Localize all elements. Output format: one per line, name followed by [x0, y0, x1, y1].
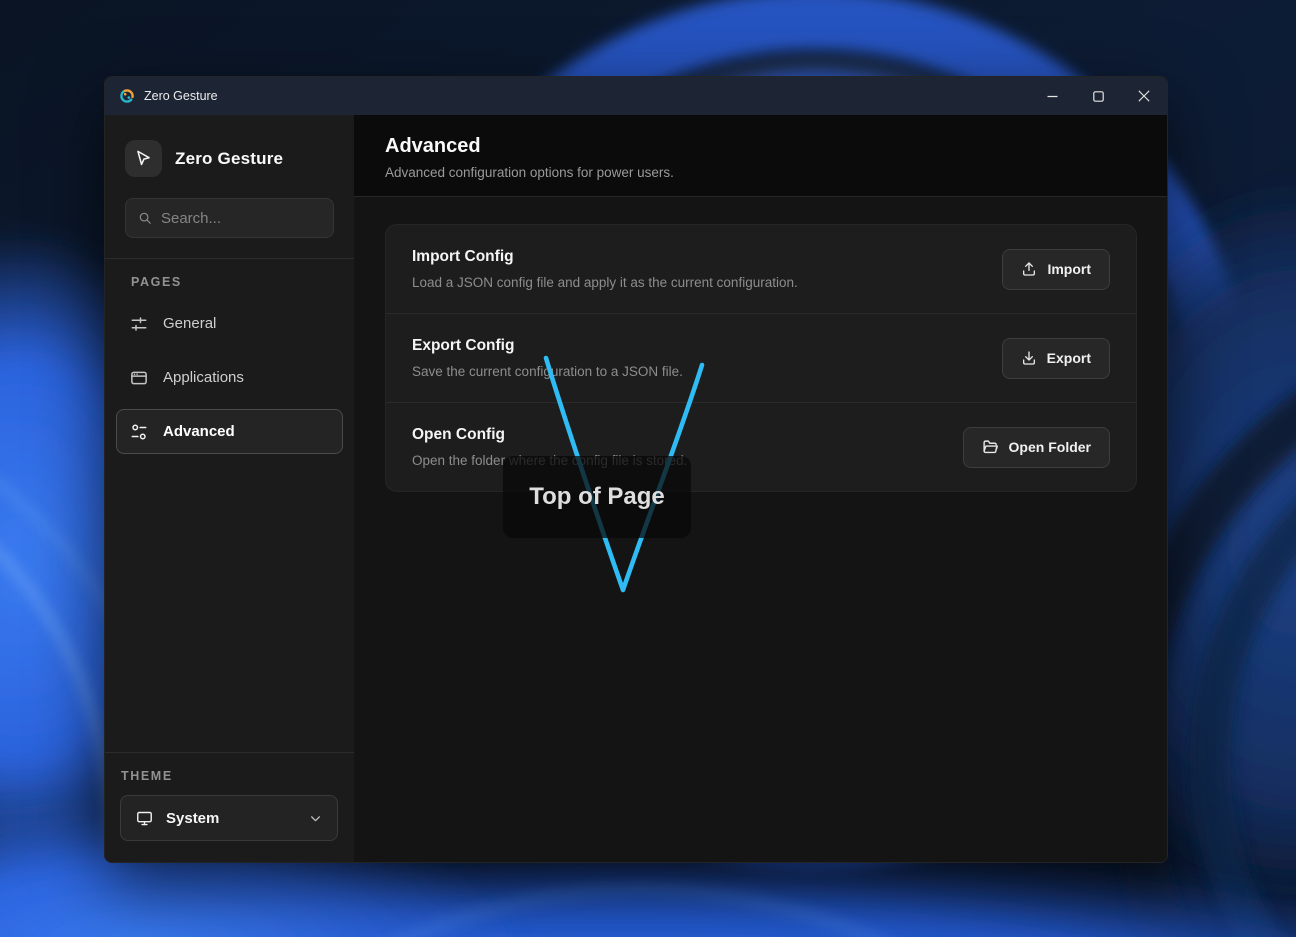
mouse-pointer-icon	[134, 149, 153, 168]
minimize-button[interactable]	[1029, 77, 1075, 115]
setting-description: Load a JSON config file and apply it as …	[412, 275, 798, 290]
download-icon	[1021, 350, 1037, 366]
setting-row-export-config: Export Config Save the current configura…	[386, 313, 1136, 402]
titlebar: Zero Gesture	[105, 77, 1167, 115]
minimize-icon	[1047, 91, 1058, 102]
page-content: Import Config Load a JSON config file an…	[354, 197, 1167, 862]
close-button[interactable]	[1121, 77, 1167, 115]
chevron-down-icon	[309, 812, 322, 825]
app-window: Zero Gesture	[104, 76, 1168, 863]
brand-logo	[125, 140, 162, 177]
pages-section-label: PAGES	[131, 275, 354, 289]
page-header: Advanced Advanced configuration options …	[354, 115, 1167, 197]
open-folder-button-label: Open Folder	[1009, 439, 1091, 455]
sliders-icon	[130, 315, 148, 333]
setting-description: Save the current configuration to a JSON…	[412, 364, 683, 379]
setting-row-import-config: Import Config Load a JSON config file an…	[386, 225, 1136, 313]
export-button-label: Export	[1047, 350, 1091, 366]
sidebar-divider-bottom	[105, 752, 354, 753]
sidebar-item-general[interactable]: General	[116, 301, 343, 346]
setting-title: Import Config	[412, 248, 798, 266]
search-box[interactable]	[125, 198, 334, 238]
import-button-label: Import	[1047, 261, 1091, 277]
setting-title: Open Config	[412, 426, 687, 444]
open-folder-button[interactable]: Open Folder	[963, 427, 1110, 468]
search-input[interactable]	[161, 210, 321, 227]
monitor-icon	[136, 810, 153, 827]
sidebar-item-label: Applications	[163, 369, 244, 386]
theme-select[interactable]: System	[120, 795, 338, 841]
app-logo-icon	[119, 88, 135, 104]
export-button[interactable]: Export	[1002, 338, 1110, 379]
maximize-icon	[1093, 91, 1104, 102]
setting-row-open-config: Open Config Open the folder where the co…	[386, 402, 1136, 491]
settings-card: Import Config Load a JSON config file an…	[385, 224, 1137, 492]
sidebar-item-advanced[interactable]: Advanced	[116, 409, 343, 454]
import-button[interactable]: Import	[1002, 249, 1110, 290]
setting-description: Open the folder where the config file is…	[412, 453, 687, 468]
theme-section-label: THEME	[121, 769, 354, 783]
theme-section: THEME System	[105, 752, 354, 862]
sidebar-item-applications[interactable]: Applications	[116, 355, 343, 400]
app-window-icon	[130, 369, 148, 387]
sidebar-item-label: Advanced	[163, 423, 235, 440]
settings-icon	[130, 423, 148, 441]
brand: Zero Gesture	[125, 140, 334, 177]
sidebar-item-label: General	[163, 315, 216, 332]
sidebar: Zero Gesture PAGES	[105, 115, 354, 862]
window-title: Zero Gesture	[144, 89, 218, 103]
sidebar-nav: General Applications	[105, 301, 354, 454]
folder-open-icon	[982, 439, 999, 456]
app-name: Zero Gesture	[175, 149, 283, 169]
theme-value: System	[166, 810, 296, 827]
maximize-button[interactable]	[1075, 77, 1121, 115]
search-icon	[138, 210, 152, 226]
main-panel: Advanced Advanced configuration options …	[354, 115, 1167, 862]
sidebar-divider-top	[105, 258, 354, 259]
page-subtitle: Advanced configuration options for power…	[385, 165, 1136, 180]
page-title: Advanced	[385, 135, 1136, 158]
close-icon	[1138, 90, 1150, 102]
setting-title: Export Config	[412, 337, 683, 355]
upload-icon	[1021, 261, 1037, 277]
